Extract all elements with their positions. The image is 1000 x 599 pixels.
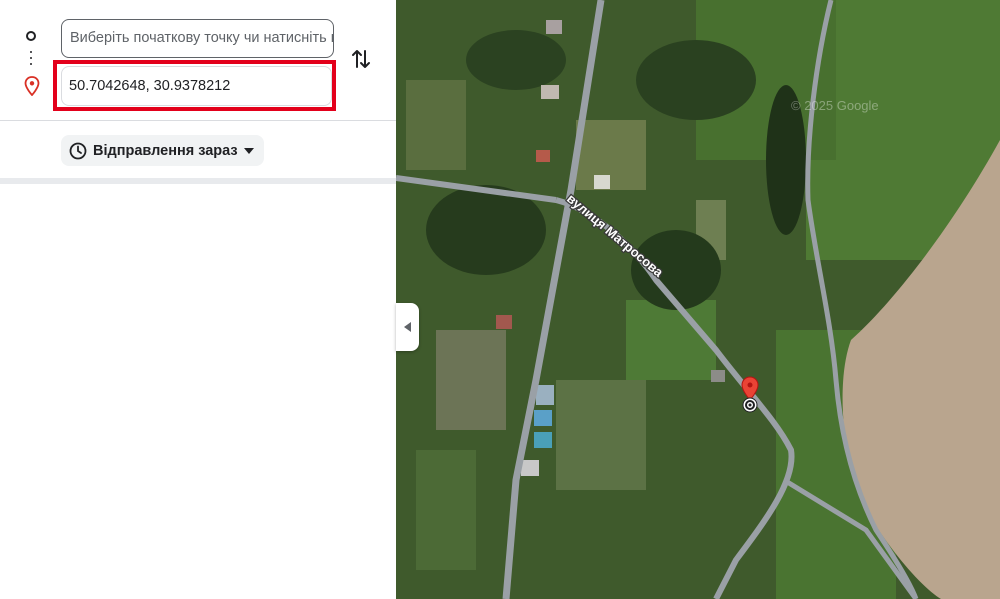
map-pin-icon	[24, 76, 40, 96]
swap-arrows-icon[interactable]	[349, 45, 373, 73]
divider	[0, 120, 396, 121]
collapse-panel-button[interactable]	[396, 303, 419, 351]
map-canvas[interactable]: вулиця Матросова © 2025 Google	[396, 0, 1000, 599]
depart-time-button[interactable]: Відправлення зараз	[61, 135, 264, 166]
satellite-map[interactable]: вулиця Матросова © 2025 Google	[396, 0, 1000, 599]
chevron-left-icon	[403, 322, 411, 332]
origin-input[interactable]: Виберіть початкову точку чи натисніть на…	[61, 19, 334, 58]
section-divider	[0, 178, 396, 184]
directions-panel: Виберіть початкову точку чи натисніть на…	[0, 0, 396, 599]
caret-down-icon	[243, 147, 254, 154]
map-watermark: © 2025 Google	[791, 98, 879, 113]
clock-icon	[69, 142, 87, 159]
destination-highlight-box	[53, 60, 336, 111]
origin-circle-icon	[26, 31, 36, 41]
route-dots-icon	[30, 51, 32, 67]
depart-label: Відправлення зараз	[93, 142, 238, 159]
